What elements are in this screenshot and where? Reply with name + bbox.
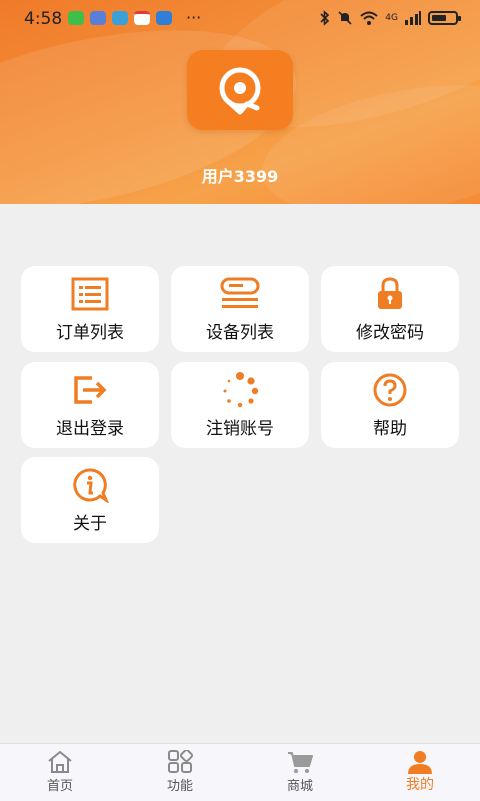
nav-label: 功能: [166, 779, 193, 794]
battery-icon: [428, 11, 461, 25]
bottom-nav: 首页 功能 商城 我的: [0, 743, 480, 801]
menu-label: 帮助: [373, 419, 407, 439]
system-icons: 4G: [319, 10, 461, 26]
notification-icons: [68, 11, 172, 25]
menu-label: 注销账号: [206, 419, 274, 439]
menu-delete-account[interactable]: 注销账号: [171, 362, 309, 448]
menu-label: 修改密码: [356, 323, 424, 343]
menu-label: 设备列表: [206, 323, 274, 343]
nav-label: 我的: [406, 777, 434, 793]
order-list-icon: [71, 277, 109, 311]
nav-features[interactable]: 功能: [120, 744, 240, 801]
home-icon: [48, 750, 72, 773]
menu-label: 订单列表: [56, 323, 124, 343]
signal-icon: [405, 11, 421, 25]
app-notification-icon: [112, 11, 128, 25]
nav-home[interactable]: 首页: [0, 744, 120, 801]
device-list-icon: [220, 277, 260, 308]
nav-label: 商城: [286, 779, 313, 794]
wechat-icon: [68, 11, 84, 25]
nav-mine[interactable]: 我的: [360, 744, 480, 801]
status-bar: 4:58 ··· 4G: [0, 0, 480, 38]
app-logo: [187, 50, 293, 130]
mute-bell-icon: [338, 11, 352, 25]
menu-help[interactable]: 帮助: [321, 362, 459, 448]
network-type: 4G: [385, 13, 398, 23]
more-notifications-icon: ···: [186, 8, 202, 27]
bluetooth-icon: [320, 10, 330, 26]
app-notification-icon: [156, 11, 172, 25]
profile-header: 4:58 ··· 4G 用户3399: [0, 0, 480, 204]
menu-change-password[interactable]: 修改密码: [321, 266, 459, 352]
menu-about[interactable]: 关于: [21, 457, 159, 543]
nav-label: 首页: [46, 779, 73, 794]
menu-device-list[interactable]: 设备列表: [171, 266, 309, 352]
app-notification-icon: [90, 11, 106, 25]
menu-order-list[interactable]: 订单列表: [21, 266, 159, 352]
nav-mall[interactable]: 商城: [240, 744, 360, 801]
app-notification-icon: [134, 11, 150, 25]
lock-icon: [378, 277, 402, 309]
user-icon: [408, 751, 432, 774]
status-time: 4:58: [24, 9, 63, 29]
logout-icon: [74, 376, 107, 404]
menu-label: 退出登录: [56, 419, 124, 439]
wifi-icon: [360, 11, 378, 25]
menu-logout[interactable]: 退出登录: [21, 362, 159, 448]
menu-label: 关于: [73, 514, 107, 534]
help-icon: [373, 373, 407, 407]
loading-dots-icon: [223, 372, 259, 408]
apps-grid-icon: [168, 750, 194, 773]
app-logo-icon: [219, 67, 261, 115]
info-icon: [73, 468, 109, 503]
username: 用户3399: [201, 167, 279, 186]
cart-icon: [288, 752, 313, 773]
